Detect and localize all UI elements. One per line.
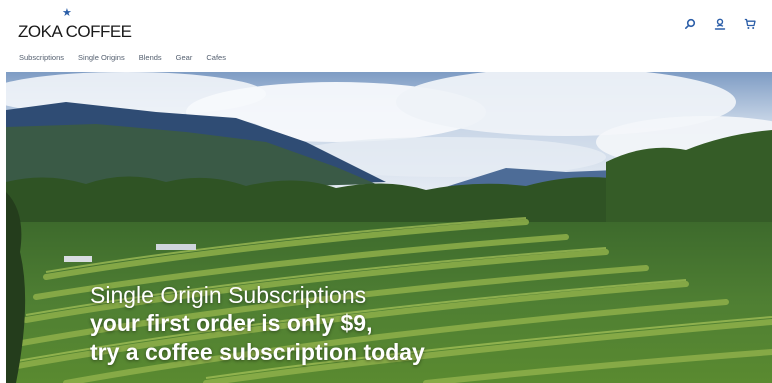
hero-banner[interactable]: Single Origin Subscriptions your first o… <box>6 72 772 383</box>
main-nav: Subscriptions Single Origins Blends Gear… <box>19 53 226 62</box>
nav-item-gear[interactable]: Gear <box>176 53 193 62</box>
site-header: ★ ZOKA COFFEE Subscriptions Single Origi… <box>0 0 772 72</box>
nav-item-cafes[interactable]: Cafes <box>206 53 226 62</box>
hero-cta-text: try a coffee subscription today <box>90 339 425 365</box>
hero-text: Single Origin Subscriptions your first o… <box>90 282 425 367</box>
header-icons <box>682 16 758 32</box>
cart-icon[interactable] <box>742 16 758 32</box>
user-icon[interactable] <box>712 16 728 32</box>
hero-offer: your first order is only $9, <box>90 310 373 336</box>
nav-item-subscriptions[interactable]: Subscriptions <box>19 53 64 62</box>
brand-logo[interactable]: ★ ZOKA COFFEE <box>18 8 138 42</box>
hero-headline: Single Origin Subscriptions <box>90 282 367 308</box>
search-icon[interactable] <box>682 16 698 32</box>
brand-name: ZOKA COFFEE <box>18 22 132 41</box>
nav-item-blends[interactable]: Blends <box>139 53 162 62</box>
nav-item-single-origins[interactable]: Single Origins <box>78 53 125 62</box>
star-icon: ★ <box>62 7 72 19</box>
